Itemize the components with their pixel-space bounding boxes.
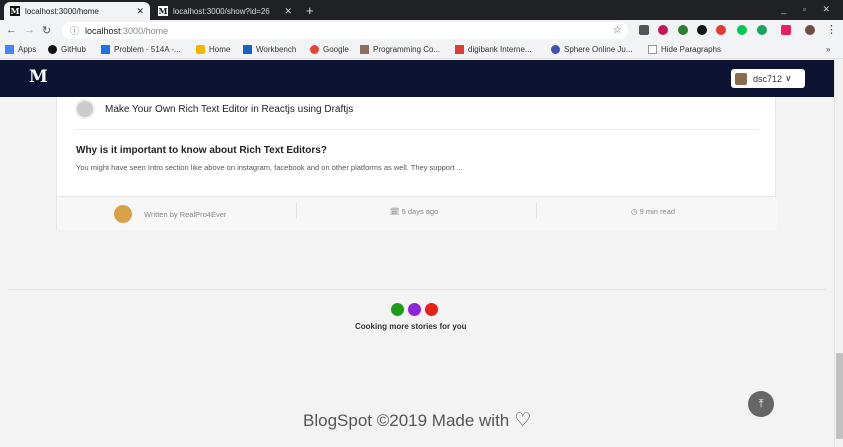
extension-icon[interactable] — [658, 25, 668, 35]
read-time: ◷ 9 min read — [631, 207, 676, 216]
tab-show[interactable]: M localhost:3000/show?id=26 ✕ — [152, 2, 298, 20]
avatar — [75, 99, 95, 119]
home-bookmark-icon — [196, 45, 205, 54]
tab-title: localhost:3000/home — [25, 6, 99, 16]
reload-icon[interactable]: ↻ — [42, 24, 51, 37]
bookmark-home[interactable]: Home — [196, 45, 230, 54]
related-story-row[interactable]: Make Your Own Rich Text Editor in Reactj… — [75, 99, 353, 119]
scroll-to-top-button[interactable]: ⤒ — [748, 391, 774, 417]
bookmark-codechef[interactable]: Programming Co... — [360, 45, 440, 54]
divider — [8, 289, 826, 290]
site-header: M dsc712 ∨ — [0, 60, 843, 97]
avatar — [114, 205, 132, 223]
related-story-title[interactable]: Make Your Own Rich Text Editor in Reactj… — [105, 104, 353, 115]
story-excerpt: You might have seen Intro section like a… — [76, 163, 463, 172]
story-date: 🗓 5 days ago — [390, 207, 439, 216]
avatar — [735, 72, 747, 85]
bookmark-codeforces[interactable]: Problem - 514A -... — [101, 45, 181, 54]
extension-icon[interactable] — [678, 25, 688, 35]
bookmark-github[interactable]: GitHub — [48, 45, 86, 54]
story-author[interactable]: Written by RealPro4Ever — [114, 205, 226, 223]
github-icon — [48, 45, 57, 54]
forward-icon[interactable]: → — [24, 24, 35, 36]
extension-icon[interactable] — [737, 25, 747, 35]
chevron-down-icon: ∨ — [785, 73, 792, 83]
heart-icon: ♡ — [514, 410, 532, 431]
story-title[interactable]: Why is it important to know about Rich T… — [76, 145, 327, 156]
story-meta-footer: Written by RealPro4Ever 🗓 5 days ago ◷ 9… — [57, 196, 777, 230]
bookmarks-overflow-icon[interactable]: » — [826, 45, 830, 54]
address-bar-row: ← → ↻ ⓘ localhost:3000/home ☆ ⋮ — [0, 20, 843, 42]
bookmark-spoj[interactable]: Sphere Online Ju... — [551, 45, 632, 54]
spoj-icon — [551, 45, 560, 54]
bookmark-apps[interactable]: Apps — [5, 45, 36, 54]
divider — [536, 203, 537, 219]
bookmark-star-icon[interactable]: ☆ — [613, 25, 622, 36]
medium-favicon-icon: M — [10, 6, 20, 16]
close-tab-icon[interactable]: ✕ — [136, 6, 144, 17]
tab-home[interactable]: M localhost:3000/home ✕ — [4, 2, 150, 20]
digibank-icon — [455, 45, 464, 54]
page-icon — [648, 45, 657, 54]
loading-dot — [425, 303, 438, 316]
extension-icon[interactable] — [697, 25, 707, 35]
site-logo[interactable]: M — [29, 67, 48, 87]
extension-icon[interactable] — [716, 25, 726, 35]
info-icon: ⓘ — [70, 26, 80, 36]
profile-avatar-icon[interactable] — [805, 25, 815, 35]
page-footer: BlogSpot ©2019 Made with ♡ — [303, 409, 531, 432]
apps-grid-icon — [5, 45, 14, 54]
codechef-icon — [360, 45, 369, 54]
loading-dot — [408, 303, 421, 316]
google-icon — [310, 45, 319, 54]
window-controls[interactable]: _ ▫ ✕ — [781, 4, 837, 15]
close-tab-icon[interactable]: ✕ — [284, 6, 292, 17]
tab-title: localhost:3000/show?id=26 — [173, 6, 270, 16]
user-menu-button[interactable]: dsc712 ∨ — [731, 69, 805, 88]
footer-text: BlogSpot ©2019 Made with — [303, 410, 510, 430]
arrow-up-icon: ⤒ — [758, 397, 764, 410]
new-tab-button[interactable]: + — [306, 3, 314, 18]
written-by: Written by RealPro4Ever — [144, 209, 227, 219]
divider — [296, 203, 297, 219]
menu-kebab-icon[interactable]: ⋮ — [826, 23, 837, 36]
loading-dot — [391, 303, 404, 316]
loading-dots — [391, 303, 438, 316]
extension-icon[interactable] — [757, 25, 767, 35]
scrollbar[interactable] — [834, 60, 843, 447]
extension-icon[interactable] — [781, 25, 791, 35]
scrollbar-thumb[interactable] — [836, 353, 843, 439]
username: dsc712 — [753, 73, 783, 84]
story-card[interactable]: Make Your Own Rich Text Editor in Reactj… — [56, 97, 777, 230]
url-input[interactable]: ⓘ localhost:3000/home ☆ — [62, 22, 628, 39]
url-host: localhost — [85, 25, 121, 36]
codeforces-icon — [101, 45, 110, 54]
browser-tab-bar: M localhost:3000/home ✕ M localhost:3000… — [0, 0, 843, 20]
bookmark-digibank[interactable]: digibank Interne... — [455, 45, 532, 54]
url-path: :3000/home — [120, 25, 169, 36]
bookmark-hide-paragraphs[interactable]: Hide Paragraphs — [648, 45, 721, 54]
divider — [75, 129, 759, 130]
back-icon[interactable]: ← — [6, 24, 17, 36]
bookmark-google[interactable]: Google — [310, 45, 349, 54]
workbench-icon — [243, 45, 252, 54]
calendar-icon: 🗓 — [390, 207, 400, 216]
medium-favicon-icon: M — [158, 6, 168, 16]
bookmark-workbench[interactable]: Workbench — [243, 45, 296, 54]
loading-text: Cooking more stories for you — [355, 322, 467, 331]
clock-icon: ◷ — [631, 207, 638, 216]
bookmarks-bar: Apps GitHub Problem - 514A -... Home Wor… — [0, 42, 843, 59]
extension-icon[interactable] — [639, 25, 649, 35]
